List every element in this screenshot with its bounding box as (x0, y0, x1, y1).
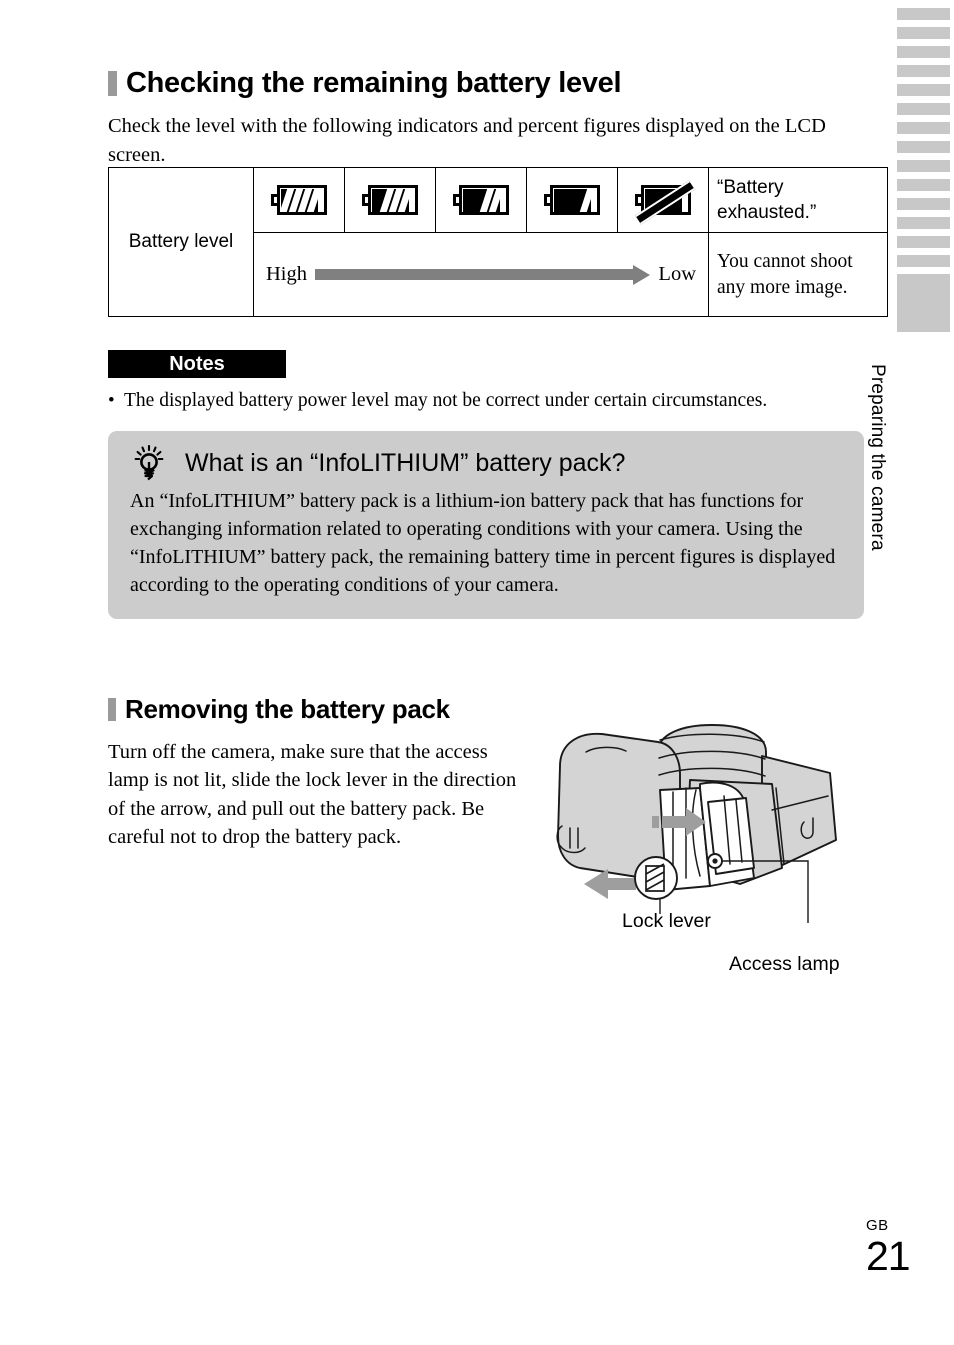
thumb-index-tick (897, 179, 950, 191)
battery-icon-cell-1 (253, 167, 345, 233)
thumb-index-tick (897, 198, 950, 210)
thumb-index-tick (897, 122, 950, 134)
table-row-indicators: Battery level “Battery exhausted.” (108, 167, 888, 317)
battery-icon-cell-3 (435, 167, 527, 233)
removing-body-text: Turn off the camera, make sure that the … (108, 740, 517, 849)
battery-level-row-label: Battery level (108, 167, 254, 317)
battery-exhausted-label: “Battery exhausted.” (708, 167, 888, 233)
intro-paragraph: Check the level with the following indic… (108, 114, 826, 166)
thumb-index-tick (897, 46, 950, 58)
note-list-item: • The displayed battery power level may … (108, 387, 878, 414)
thumb-index-tick (897, 8, 950, 20)
folio-region-code: GB (866, 1217, 889, 1234)
thumb-index-tick (897, 84, 950, 96)
notes-banner-label: Notes (169, 352, 225, 375)
note-text: The displayed battery power level may no… (124, 390, 768, 411)
page-title-text: Checking the remaining battery level (126, 67, 622, 100)
thumb-index-tick (897, 141, 950, 153)
heading-bullet-icon (108, 697, 116, 721)
battery-three-quarter-icon (362, 185, 418, 215)
side-tab-title: Preparing the camera (867, 364, 888, 551)
battery-empty-slashed-icon (635, 180, 695, 225)
figure-label-lock-lever: Lock lever (622, 910, 711, 932)
gradient-arrow-icon (315, 264, 651, 285)
high-low-arrow: High Low (254, 263, 708, 286)
battery-level-table: Battery level “Battery exhausted.” High … (108, 167, 888, 317)
thumb-index-tick (897, 27, 950, 39)
range-label-low: Low (658, 263, 696, 285)
section-title-removing-battery: Removing the battery pack (108, 694, 450, 725)
section-title-text: Removing the battery pack (125, 693, 450, 724)
range-label-high: High (266, 263, 307, 285)
heading-bullet-icon (108, 71, 117, 97)
thumb-index-tick-active (897, 274, 950, 332)
page-title-checking-battery: Checking the remaining battery level (108, 67, 622, 100)
lightbulb-tip-icon (134, 444, 164, 481)
manual-page: Checking the remaining battery level Che… (0, 0, 954, 1345)
thumb-index-tick (897, 65, 950, 77)
thumb-index (897, 8, 950, 332)
figure-label-access-lamp: Access lamp (729, 953, 840, 975)
note-bullet-icon: • (108, 390, 115, 411)
notes-banner: Notes (108, 350, 286, 378)
battery-icon-cell-5 (617, 167, 709, 233)
callout-heading-text: What is an “InfoLITHIUM” battery pack? (185, 448, 626, 477)
folio-page-number: 21 (866, 1233, 911, 1279)
battery-icon-cell-4 (526, 167, 618, 233)
thumb-index-tick (897, 236, 950, 248)
thumb-index-tick (897, 217, 950, 229)
callout-heading: What is an “InfoLITHIUM” battery pack? (130, 444, 842, 481)
callout-body-text: An “InfoLITHIUM” battery pack is a lithi… (130, 490, 836, 596)
battery-half-icon (453, 185, 509, 215)
thumb-index-tick (897, 160, 950, 172)
cannot-shoot-text: You cannot shoot any more image. (708, 232, 888, 317)
camera-battery-compartment-illustration (540, 718, 880, 923)
thumb-index-tick (897, 103, 950, 115)
page-folio: GB 21 (866, 1217, 911, 1279)
thumb-index-tick (897, 255, 950, 267)
infolithium-callout: What is an “InfoLITHIUM” battery pack? A… (108, 431, 864, 619)
battery-full-icon (271, 185, 327, 215)
battery-range-cell: High Low (253, 232, 709, 317)
battery-icon-cell-2 (344, 167, 436, 233)
battery-low-icon (544, 185, 600, 215)
